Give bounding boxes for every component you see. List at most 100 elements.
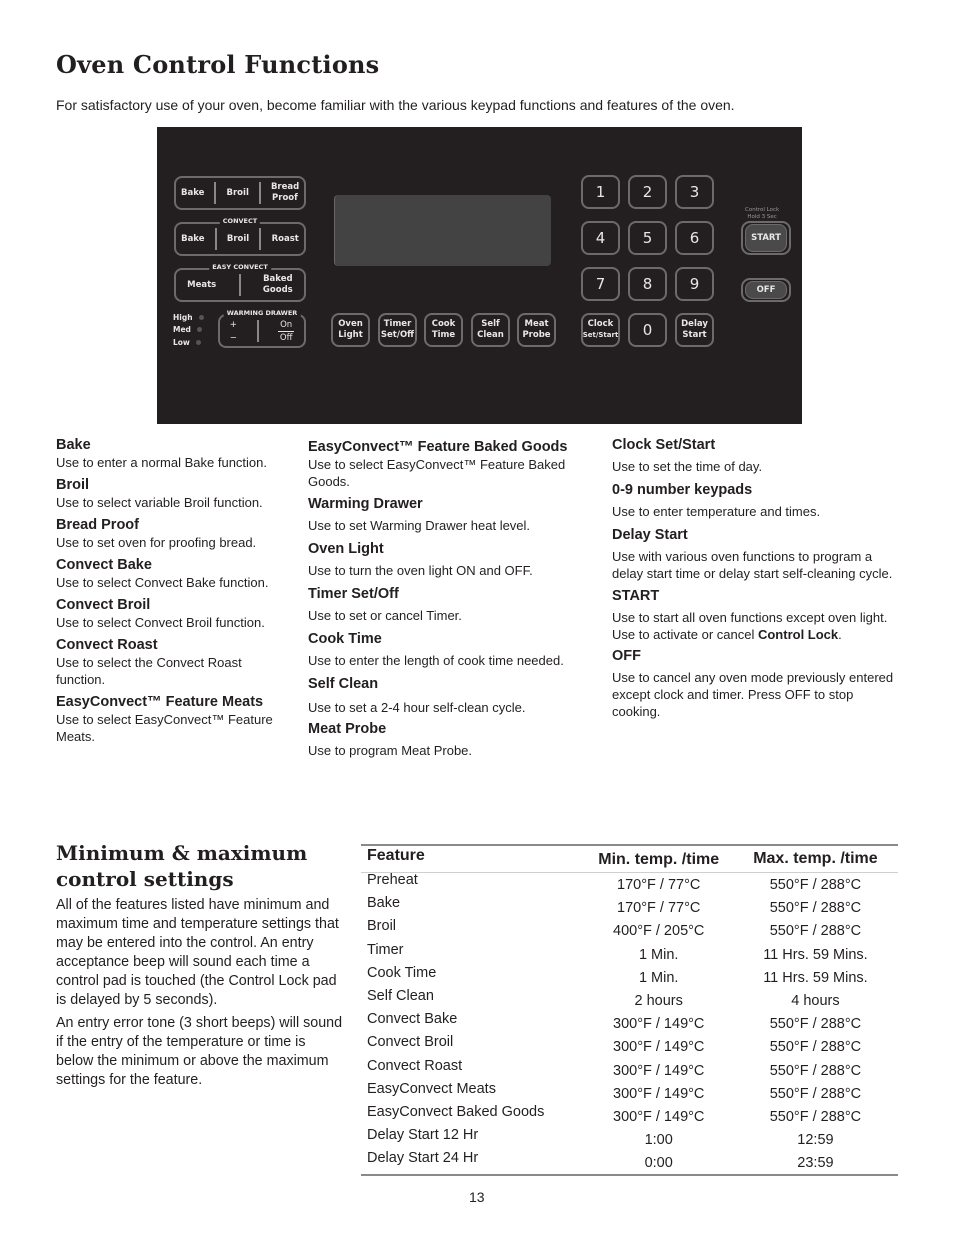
off-key[interactable]: OFF	[745, 281, 787, 299]
min-cell: 2 hours	[634, 992, 683, 1009]
item-title: OFF	[612, 648, 641, 664]
minmax-paragraph: An entry error tone (3 short beeps) will…	[56, 1015, 343, 1088]
min-cell: 1 Min.	[638, 969, 679, 986]
feature-cell: Timer	[367, 941, 404, 958]
settings-table: Feature Min. temp. /time Max. temp. /tim…	[361, 844, 898, 1177]
bread-proof-key[interactable]: Bread Proof	[271, 182, 299, 204]
number-key-6[interactable]: 6	[675, 221, 714, 255]
item-title: Warming Drawer	[308, 496, 423, 512]
item-title: Convect Bake	[56, 557, 152, 573]
convect-broil-key[interactable]: Broil	[227, 234, 249, 245]
bake-key[interactable]: Bake	[181, 188, 204, 199]
table-row: Cook Time 1 Min. 11 Hrs. 59 Mins.	[361, 964, 898, 989]
indicator-light-icon	[195, 340, 201, 345]
number-key-3[interactable]: 3	[675, 175, 714, 209]
number-key-1[interactable]: 1	[581, 175, 620, 209]
divider	[238, 274, 241, 296]
warming-on-off-key[interactable]: On Off	[278, 319, 295, 344]
feature-cell: EasyConvect Baked Goods	[367, 1103, 545, 1120]
baked-goods-key[interactable]: Baked Goods	[263, 274, 293, 296]
control-lock-label: Control Lock Hold 3 Sec	[745, 207, 779, 221]
item-desc: Use to select EasyConvect™ Feature Meats…	[56, 712, 273, 744]
descriptions-col-1: Bake Use to enter a normal Bake function…	[56, 436, 301, 745]
feature-cell: Convect Broil	[367, 1034, 454, 1051]
timer-key[interactable]: Timer Set/Off	[378, 313, 417, 347]
convect-bake-key[interactable]: Bake	[181, 234, 204, 245]
broil-key[interactable]: Broil	[227, 188, 249, 199]
warming-drawer-label: WARMING DRAWER	[223, 309, 301, 317]
feature-cell: Delay Start 12 Hr	[367, 1127, 479, 1144]
minmax-title-line2: control settings	[56, 867, 234, 891]
table-row: Preheat 170°F / 77°C 550°F / 288°C	[361, 872, 898, 896]
feature-cell: Cook Time	[367, 964, 437, 981]
number-key-8[interactable]: 8	[628, 267, 667, 301]
max-cell: 11 Hrs. 59 Mins.	[763, 946, 868, 963]
item-title: Self Clean	[308, 676, 379, 692]
divider	[258, 182, 261, 204]
level-label: High	[173, 313, 193, 322]
header-feature: Feature	[367, 847, 425, 864]
min-cell: 300°F / 149°C	[613, 1108, 705, 1125]
item-title: Broil	[56, 477, 90, 493]
delay-start-key[interactable]: Delay Start	[675, 313, 714, 347]
feature-cell: Self Clean	[367, 987, 434, 1004]
min-cell: 300°F / 149°C	[613, 1085, 705, 1102]
number-key-2[interactable]: 2	[628, 175, 667, 209]
clock-key-sublabel: Set/Start	[582, 331, 619, 339]
item-desc: Use to select EasyConvect™ Feature Baked…	[308, 457, 566, 489]
page-number: 13	[469, 1189, 485, 1205]
warming-plus-minus-key[interactable]: + −	[230, 318, 237, 344]
feature-cell: Convect Bake	[367, 1011, 458, 1028]
item-title: START	[612, 588, 660, 604]
max-cell: 23:59	[797, 1155, 834, 1172]
item-desc: Use to cancel any oven mode previously e…	[612, 670, 894, 719]
table-header: Feature Min. temp. /time Max. temp. /tim…	[361, 846, 898, 873]
feature-cell: Convect Roast	[367, 1057, 463, 1074]
start-key[interactable]: START	[745, 224, 787, 252]
number-key-4[interactable]: 4	[581, 221, 620, 255]
table-row: Broil 400°F / 205°C 550°F / 288°C	[361, 918, 898, 942]
item-title: Oven Light	[308, 541, 384, 557]
divider	[214, 228, 217, 250]
number-key-9[interactable]: 9	[675, 267, 714, 301]
min-cell: 0:00	[644, 1155, 673, 1172]
number-key-5[interactable]: 5	[628, 221, 667, 255]
indicator-light-icon	[198, 315, 204, 320]
convect-roast-key[interactable]: Roast	[272, 234, 299, 245]
meat-probe-key[interactable]: Meat Probe	[517, 313, 556, 347]
item-desc: Use to set oven for proofing bread.	[56, 535, 257, 550]
number-key-0[interactable]: 0	[628, 313, 667, 347]
minmax-title: Minimum & maximum control settings	[56, 840, 307, 892]
item-title: EasyConvect™ Feature Meats	[56, 694, 264, 710]
clock-key[interactable]: Clock Set/Start	[581, 313, 620, 347]
item-title: Delay Start	[612, 527, 688, 543]
intro-text: For satisfactory use of your oven, becom…	[56, 97, 735, 113]
max-cell: 550°F / 288°C	[769, 877, 862, 893]
start-desc-end: .	[838, 627, 842, 642]
feature-cell: EasyConvect Meats	[367, 1080, 496, 1097]
item-desc: Use to set a 2-4 hour self-clean cycle.	[308, 700, 526, 715]
convect-group: CONVECT Bake Broil Roast	[174, 217, 306, 256]
max-cell: 550°F / 288°C	[769, 1062, 862, 1079]
item-desc: Use to set or cancel Timer.	[308, 608, 462, 623]
control-lock-hold-text: Hold 3 Sec	[747, 214, 777, 220]
self-clean-key[interactable]: Self Clean	[471, 313, 510, 347]
meats-key[interactable]: Meats	[187, 280, 216, 291]
max-cell: 550°F / 288°C	[769, 900, 862, 917]
minmax-title-line1: Minimum & maximum	[56, 841, 308, 865]
max-cell: 550°F / 288°C	[769, 1016, 862, 1033]
divider	[259, 228, 262, 250]
item-desc: Use to enter the length of cook time nee…	[308, 653, 564, 668]
header-min: Min. temp. /time	[598, 851, 720, 868]
descriptions-col-3: Clock Set/Start Use to set the time of d…	[612, 436, 902, 720]
minmax-body: All of the features listed have minimum …	[56, 896, 346, 1094]
item-desc: Use to enter a normal Bake function.	[56, 455, 268, 470]
item-title: Clock Set/Start	[612, 437, 716, 453]
number-key-7[interactable]: 7	[581, 267, 620, 301]
table-row: Convect Bake 300°F / 149°C 550°F / 288°C	[361, 1011, 898, 1035]
cook-time-key[interactable]: Cook Time	[424, 313, 463, 347]
item-desc: Use to program Meat Probe.	[308, 743, 473, 758]
oven-light-key[interactable]: Oven Light	[331, 313, 370, 347]
table-row: Bake 170°F / 77°C 550°F / 288°C	[361, 895, 898, 919]
item-desc: Use to set Warming Drawer heat level.	[308, 518, 531, 533]
